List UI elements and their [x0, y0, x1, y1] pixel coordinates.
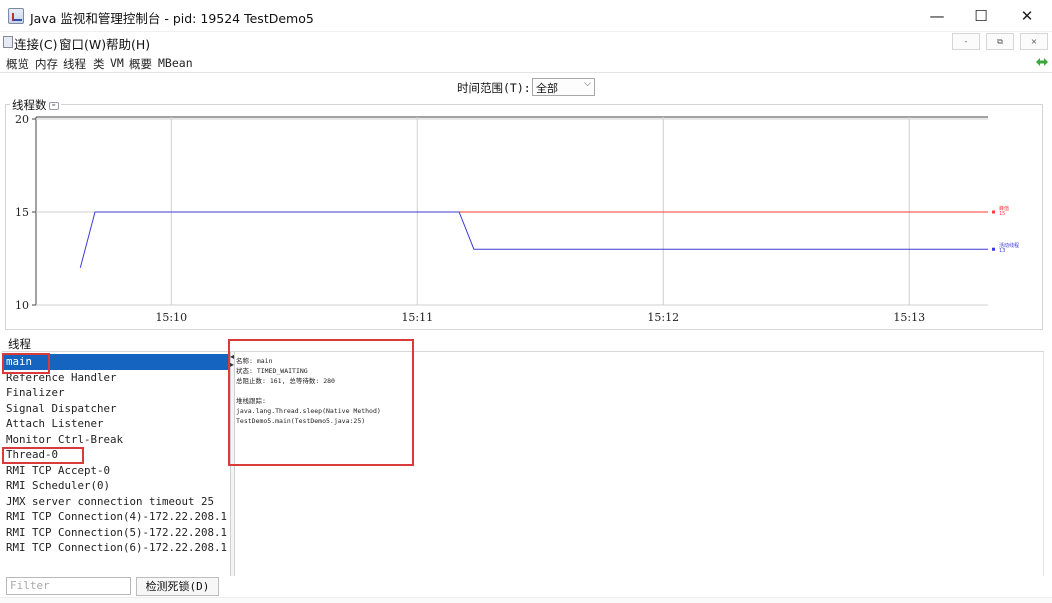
highlight-main	[2, 353, 50, 374]
right-edge	[1043, 352, 1047, 576]
thread-list-item[interactable]: Finalizer	[2, 385, 230, 401]
legend-series-value: 13	[999, 248, 1005, 254]
thread-list-item[interactable]: Signal Dispatcher	[2, 401, 230, 417]
thread-count-chart: 15:10 15:11 15:12 15:13201510峰值15活动线程13	[15, 113, 1019, 324]
highlight-detail	[228, 339, 414, 466]
highlight-thread-0	[2, 447, 84, 464]
filter-input[interactable]: Filter	[6, 577, 131, 595]
x-tick-label: 15:10	[155, 311, 187, 324]
plot-area	[36, 117, 988, 305]
legend-series-value: 15	[999, 211, 1005, 217]
thread-list-item[interactable]: RMI Scheduler(0)	[2, 478, 230, 494]
thread-list[interactable]: main Reference Handler Finalizer Signal Dis…	[2, 354, 230, 576]
thread-list-item[interactable]: RMI TCP Accept-0	[2, 463, 230, 479]
x-tick-label: 15:13	[893, 311, 925, 324]
y-tick-label: 20	[15, 113, 29, 126]
thread-list-item[interactable]: JMX server connection timeout 25	[2, 494, 230, 510]
status-strip	[0, 597, 1052, 603]
x-tick-label: 15:12	[647, 311, 679, 324]
y-tick-label: 15	[15, 206, 29, 219]
x-tick-label: 15:11	[401, 311, 433, 324]
thread-list-item[interactable]: RMI TCP Connection(4)-172.22.208.1	[2, 509, 230, 525]
series-end-marker	[992, 247, 995, 251]
thread-list-item[interactable]: Monitor Ctrl-Break	[2, 432, 230, 448]
thread-list-item[interactable]: Attach Listener	[2, 416, 230, 432]
thread-list-item[interactable]: RMI TCP Connection(5)-172.22.208.1	[2, 525, 230, 541]
thread-list-item[interactable]: RMI TCP Connection(6)-172.22.208.1	[2, 540, 230, 556]
y-tick-label: 10	[15, 299, 29, 312]
detect-deadlock-button[interactable]: 检测死锁(D)	[136, 577, 219, 596]
threads-section-caption: 线程	[8, 337, 31, 351]
series-end-marker	[992, 210, 995, 214]
